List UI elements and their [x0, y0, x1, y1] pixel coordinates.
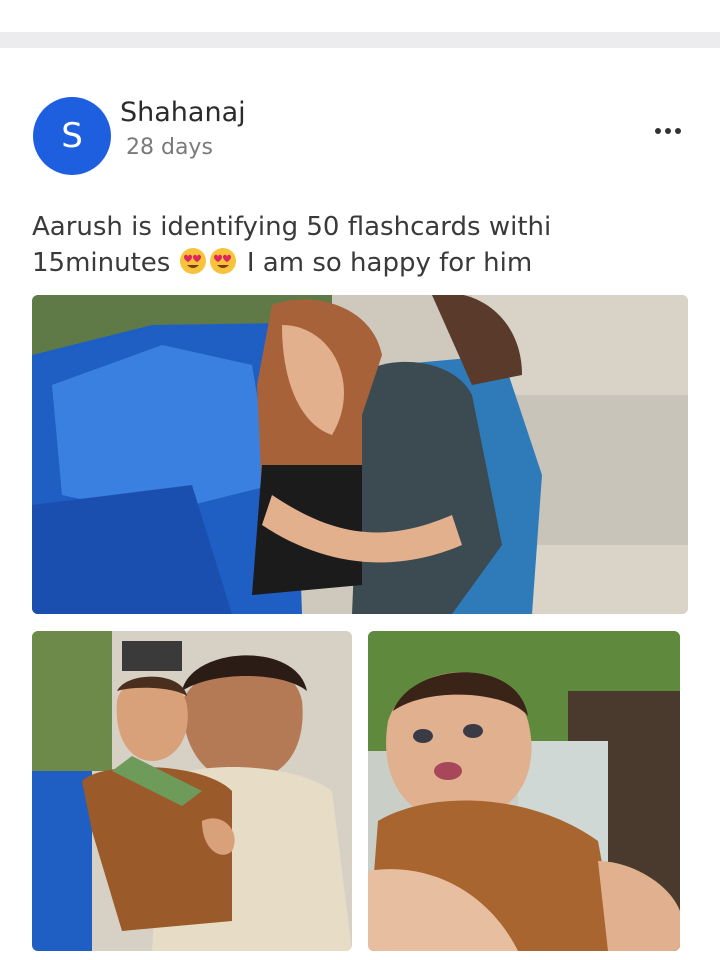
post-text: Aarush is identifying 50 flashcards with…	[32, 209, 682, 281]
photo-woman-holding-baby	[32, 295, 688, 614]
post-photo-1[interactable]	[32, 295, 688, 614]
heart-eyes-emoji-icon	[209, 248, 236, 274]
more-dot-icon	[665, 128, 671, 134]
post-text-part2: I am so happy for him	[238, 248, 533, 278]
post-time: 28 days	[126, 135, 213, 160]
post-photo-3[interactable]	[368, 631, 680, 951]
heart-eyes-emoji-icon	[179, 248, 206, 274]
avatar-initial: S	[61, 116, 83, 156]
top-bar	[0, 0, 720, 32]
author-name[interactable]: Shahanaj	[120, 97, 246, 128]
more-dot-icon	[655, 128, 661, 134]
feed-divider	[0, 32, 720, 48]
post-photo-2[interactable]	[32, 631, 352, 951]
photo-baby-closeup	[368, 631, 680, 951]
avatar[interactable]: S	[33, 97, 111, 175]
more-dot-icon	[675, 128, 681, 134]
photo-man-holding-baby	[32, 631, 352, 951]
more-options-button[interactable]	[648, 118, 688, 144]
